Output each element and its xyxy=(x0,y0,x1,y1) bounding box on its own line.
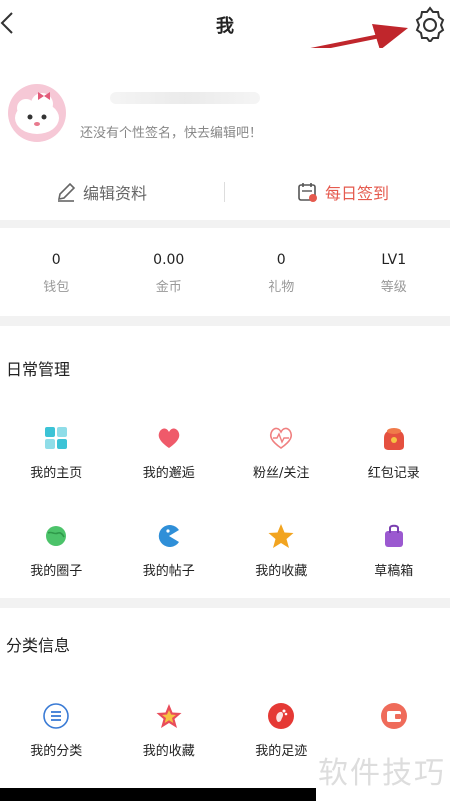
menu-label: 红包记录 xyxy=(367,466,420,481)
stat-wallet[interactable]: 0 钱包 xyxy=(0,228,113,316)
stat-value: LV1 xyxy=(381,252,407,268)
menu-my-homepage[interactable]: 我的主页 xyxy=(0,424,113,481)
pencil-icon xyxy=(57,182,76,202)
menu-fans-follow[interactable]: 粉丝/关注 xyxy=(225,424,338,481)
menu-label: 我的收藏 xyxy=(255,564,308,579)
stat-coins[interactable]: 0.00 金币 xyxy=(113,228,226,316)
planet-icon xyxy=(46,526,67,546)
stat-label: 金币 xyxy=(155,280,182,295)
stat-level[interactable]: LV1 等级 xyxy=(338,228,450,316)
menu-label: 我的邂逅 xyxy=(142,466,195,481)
home-grid-icon xyxy=(45,427,68,449)
wallet-icon xyxy=(380,703,407,729)
edit-profile-label: 编辑资料 xyxy=(83,184,148,203)
menu-label: 粉丝/关注 xyxy=(253,466,310,481)
calendar-icon xyxy=(298,183,317,202)
star-icon xyxy=(268,524,294,548)
menu-label: 草稿箱 xyxy=(374,564,414,579)
heartbeat-icon xyxy=(270,427,293,449)
gear-icon[interactable] xyxy=(411,4,449,42)
divider xyxy=(224,182,225,202)
menu-label: 我的收藏 xyxy=(142,744,195,759)
menu-my-favorites[interactable]: 我的收藏 xyxy=(225,522,338,579)
menu-label: 我的分类 xyxy=(30,744,83,759)
menu-label: 我的主页 xyxy=(30,466,83,481)
bag-icon xyxy=(384,524,403,547)
footprint-icon xyxy=(268,703,295,729)
menu-my-circles[interactable]: 我的圈子 xyxy=(0,522,113,579)
menu-label: 我的圈子 xyxy=(30,564,83,579)
menu-drafts[interactable]: 草稿箱 xyxy=(338,522,450,579)
daily-management-section: 日常管理 我的主页 我的邂逅 粉丝/关注 红包记录 我的圈子 我的帖子 我的收藏… xyxy=(0,326,450,598)
section-title: 分类信息 xyxy=(6,636,71,655)
watermark: 软件技巧 xyxy=(318,756,446,791)
stat-label: 等级 xyxy=(380,280,407,295)
list-icon xyxy=(43,703,70,729)
stat-value: 0 xyxy=(51,252,61,268)
heart-icon xyxy=(158,428,180,448)
username-blurred xyxy=(110,92,260,104)
daily-checkin-button[interactable]: 每日签到 xyxy=(297,180,389,204)
stat-value: 0.00 xyxy=(153,252,185,268)
pacman-icon xyxy=(158,525,179,547)
page-title: 我 xyxy=(216,16,234,37)
stat-gifts[interactable]: 0 礼物 xyxy=(225,228,338,316)
menu-red-packet-records[interactable]: 红包记录 xyxy=(338,424,450,481)
stat-label: 钱包 xyxy=(43,280,70,295)
menu-my-posts[interactable]: 我的帖子 xyxy=(113,522,226,579)
top-bar: 我 xyxy=(0,0,450,48)
profile-card: 还没有个性签名，快去编辑吧！ 编辑资料 每日签到 xyxy=(0,48,450,220)
avatar[interactable] xyxy=(8,84,66,142)
stat-label: 礼物 xyxy=(268,280,295,295)
edit-profile-button[interactable]: 编辑资料 xyxy=(55,180,147,204)
daily-checkin-label: 每日签到 xyxy=(325,184,390,203)
menu-my-collection[interactable]: 我的收藏 xyxy=(113,702,226,759)
daily-row-2: 我的圈子 我的帖子 我的收藏 草稿箱 xyxy=(0,522,450,579)
stats-row: 0 钱包 0.00 金币 0 礼物 LV1 等级 xyxy=(0,228,450,316)
signature-text[interactable]: 还没有个性签名，快去编辑吧！ xyxy=(80,122,262,141)
stat-value: 0 xyxy=(276,252,286,268)
menu-my-encounters[interactable]: 我的邂逅 xyxy=(113,424,226,481)
section-title: 日常管理 xyxy=(6,360,71,379)
red-packet-icon xyxy=(383,428,404,450)
bottom-bar xyxy=(0,788,316,801)
menu-label: 我的帖子 xyxy=(142,564,195,579)
menu-my-categories[interactable]: 我的分类 xyxy=(0,702,113,759)
star-badge-icon xyxy=(156,704,182,728)
daily-row-1: 我的主页 我的邂逅 粉丝/关注 红包记录 xyxy=(0,424,450,481)
